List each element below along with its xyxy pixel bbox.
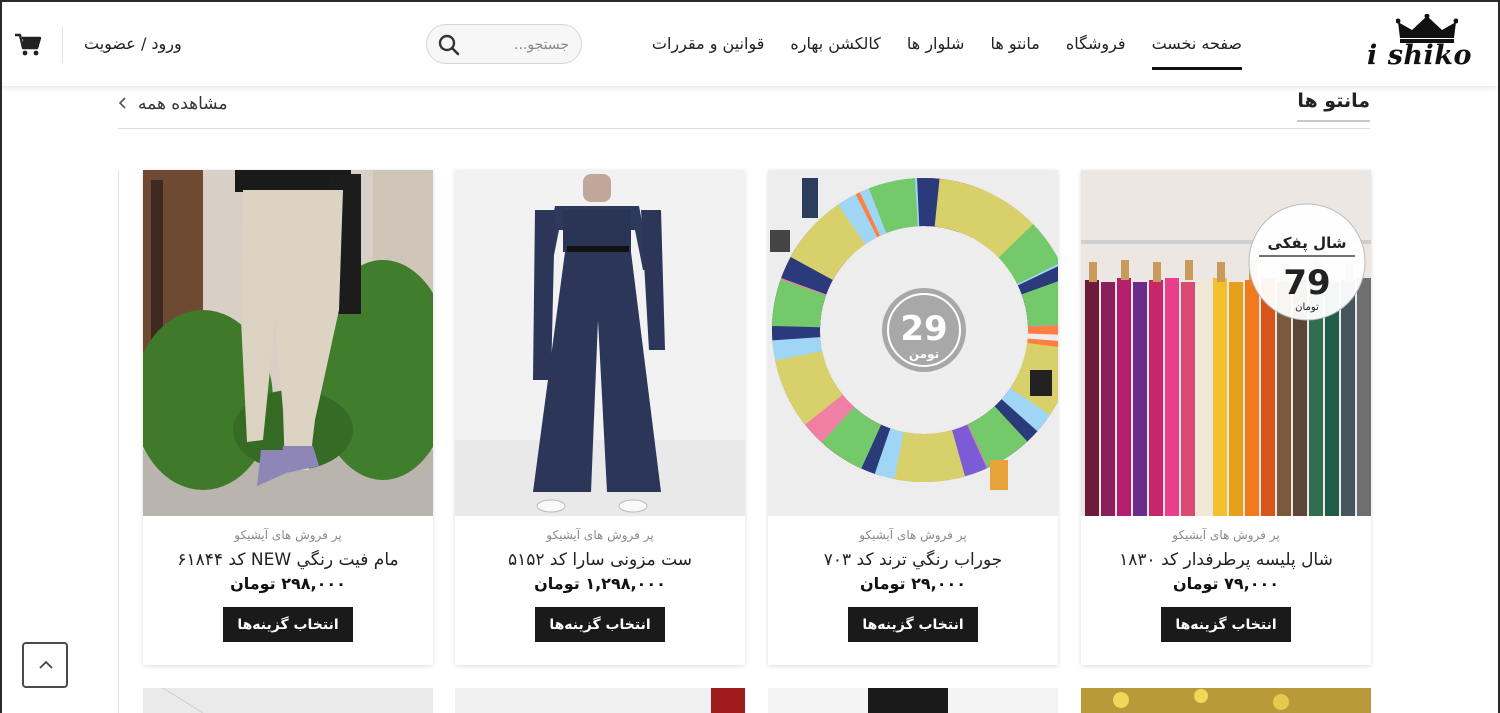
product-image[interactable]: 29 تومن bbox=[768, 170, 1058, 516]
product-card[interactable]: 29 تومن پر فروش های آیشیکو جوراب رنگي تر… bbox=[768, 170, 1058, 665]
product-card[interactable]: پر فروش های آیشیکو مام فیت رنگي NEW کد ۶… bbox=[143, 170, 433, 665]
login-register-link[interactable]: ورود / عضویت bbox=[84, 34, 182, 53]
product-category[interactable]: پر فروش های آیشیکو bbox=[143, 528, 433, 542]
main-nav: صفحه نخست فروشگاه مانتو ها شلوار ها کالک… bbox=[652, 30, 1243, 70]
back-to-top-button[interactable] bbox=[22, 642, 68, 688]
product-price: ۱,۲۹۸,۰۰۰ تومان bbox=[534, 574, 666, 593]
select-options-button[interactable]: انتخاب گزینه‌ها bbox=[848, 607, 978, 642]
badge-caption: شال پفکی bbox=[1268, 234, 1347, 253]
product-category[interactable]: پر فروش های آیشیکو bbox=[1081, 528, 1371, 542]
badge-number: 29 bbox=[900, 309, 947, 349]
product-image[interactable]: شال پفکی 79 تومان bbox=[1081, 170, 1371, 516]
badge-unit: تومان bbox=[1295, 302, 1319, 313]
product-card-partial[interactable] bbox=[768, 688, 1058, 713]
logo-text: i shiko bbox=[1367, 40, 1472, 71]
product-category[interactable]: پر فروش های آیشیکو bbox=[768, 528, 1058, 542]
select-options-button[interactable]: انتخاب گزینه‌ها bbox=[535, 607, 665, 642]
nav-home[interactable]: صفحه نخست bbox=[1151, 30, 1243, 70]
nav-shop[interactable]: فروشگاه bbox=[1066, 30, 1126, 70]
product-price: ۲۹۸,۰۰۰ تومان bbox=[230, 574, 346, 593]
product-image[interactable] bbox=[455, 170, 745, 516]
nav-manteaux[interactable]: مانتو ها bbox=[990, 30, 1039, 70]
section-title: مانتو ها bbox=[1297, 90, 1370, 122]
product-card[interactable]: پر فروش های آیشیکو ست مزونی سارا کد ۵۱۵۲… bbox=[455, 170, 745, 665]
site-header: i shiko صفحه نخست فروشگاه مانتو ها شلوار… bbox=[2, 2, 1498, 86]
product-name[interactable]: شال پلیسه پرطرفدار کد ۱۸۳۰ bbox=[1081, 550, 1371, 570]
select-options-button[interactable]: انتخاب گزینه‌ها bbox=[223, 607, 353, 642]
product-category[interactable]: پر فروش های آیشیکو bbox=[455, 528, 745, 542]
product-card-partial[interactable] bbox=[455, 688, 745, 713]
select-options-button[interactable]: انتخاب گزینه‌ها bbox=[1161, 607, 1291, 642]
logo[interactable]: i shiko bbox=[1367, 14, 1472, 74]
product-image[interactable] bbox=[143, 170, 433, 516]
product-card[interactable]: شال پفکی 79 تومان پر فروش های آیشیکو شال… bbox=[1081, 170, 1371, 665]
chevron-up-icon bbox=[39, 660, 53, 669]
chevron-left-icon bbox=[118, 97, 126, 109]
section-header: مانتو ها مشاهده همه bbox=[118, 86, 1370, 129]
grid-border bbox=[118, 170, 119, 713]
view-all-link[interactable]: مشاهده همه bbox=[138, 94, 228, 114]
search-box bbox=[426, 24, 582, 64]
product-name[interactable]: جوراب رنگي ترند کد ۷۰۳ bbox=[768, 550, 1058, 570]
nav-terms[interactable]: قوانین و مقررات bbox=[652, 30, 764, 70]
header-divider bbox=[62, 27, 63, 63]
search-input[interactable] bbox=[469, 33, 569, 57]
cart-icon[interactable] bbox=[14, 32, 42, 58]
badge-number: 79 bbox=[1283, 263, 1330, 303]
product-price: ۲۹,۰۰۰ تومان bbox=[859, 574, 967, 593]
product-card-partial[interactable] bbox=[1081, 688, 1371, 713]
product-name[interactable]: مام فیت رنگي NEW کد ۶۱۸۴۴ bbox=[143, 550, 433, 570]
search-icon[interactable] bbox=[438, 34, 460, 56]
nav-pants[interactable]: شلوار ها bbox=[907, 30, 965, 70]
product-name[interactable]: ست مزونی سارا کد ۵۱۵۲ bbox=[455, 550, 745, 570]
badge-unit: تومن bbox=[909, 347, 939, 362]
nav-spring-collection[interactable]: کالکشن بهاره bbox=[790, 30, 881, 70]
product-card-partial[interactable] bbox=[143, 688, 433, 713]
product-price: ۷۹,۰۰۰ تومان bbox=[1172, 574, 1280, 593]
